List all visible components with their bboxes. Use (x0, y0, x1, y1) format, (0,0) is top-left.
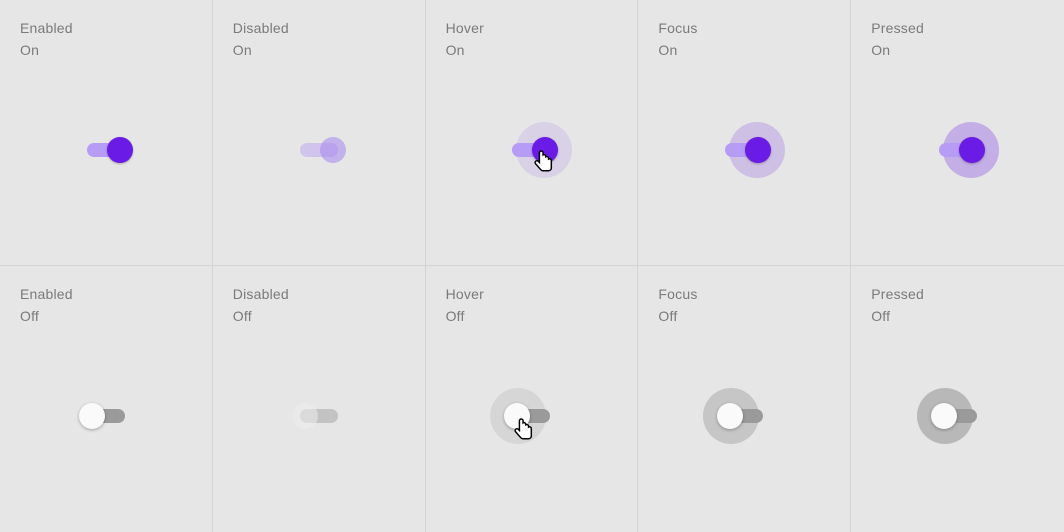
value-label: Off (233, 306, 405, 328)
value-label: Off (658, 306, 830, 328)
cell-labels: Enabled On (20, 18, 192, 61)
switch-area (638, 386, 850, 446)
cell-labels: Enabled Off (20, 284, 192, 327)
switch-area (851, 120, 1064, 180)
value-label: On (233, 40, 405, 62)
switch-area (426, 386, 638, 446)
state-label: Disabled (233, 284, 405, 306)
cell-disabled-on: Disabled On (213, 0, 426, 266)
cell-enabled-on: Enabled On (0, 0, 213, 266)
switch-disabled-on (296, 140, 342, 160)
cell-labels: Disabled Off (233, 284, 405, 327)
switch-pressed-on[interactable] (935, 140, 981, 160)
state-label: Hover (446, 18, 618, 40)
switch-area (0, 120, 212, 180)
switch-area (213, 120, 425, 180)
value-label: On (658, 40, 830, 62)
cell-labels: Hover On (446, 18, 618, 61)
switch-thumb (292, 403, 318, 429)
switch-pressed-off[interactable] (935, 406, 981, 426)
value-label: Off (446, 306, 618, 328)
switch-area (638, 120, 850, 180)
cell-labels: Pressed On (871, 18, 1044, 61)
switch-thumb (959, 137, 985, 163)
switch-hover-on[interactable] (508, 140, 554, 160)
state-label: Enabled (20, 18, 192, 40)
state-label: Hover (446, 284, 618, 306)
value-label: On (20, 40, 192, 62)
cell-labels: Disabled On (233, 18, 405, 61)
value-label: Off (20, 306, 192, 328)
cell-hover-on: Hover On (426, 0, 639, 266)
switch-enabled-on[interactable] (83, 140, 129, 160)
switch-enabled-off[interactable] (83, 406, 129, 426)
cell-disabled-off: Disabled Off (213, 266, 426, 532)
switch-area (213, 386, 425, 446)
value-label: On (871, 40, 1044, 62)
switch-area (851, 386, 1064, 446)
switch-area (426, 120, 638, 180)
switch-thumb (504, 403, 530, 429)
switch-states-grid: Enabled On Disabled On Hover On (0, 0, 1064, 532)
cell-pressed-on: Pressed On (851, 0, 1064, 266)
switch-thumb (320, 137, 346, 163)
cell-focus-on: Focus On (638, 0, 851, 266)
switch-thumb (717, 403, 743, 429)
cell-enabled-off: Enabled Off (0, 266, 213, 532)
switch-focus-off[interactable] (721, 406, 767, 426)
value-label: Off (871, 306, 1044, 328)
switch-focus-on[interactable] (721, 140, 767, 160)
switch-thumb (79, 403, 105, 429)
switch-area (0, 386, 212, 446)
switch-disabled-off (296, 406, 342, 426)
cell-labels: Hover Off (446, 284, 618, 327)
state-label: Disabled (233, 18, 405, 40)
switch-hover-off[interactable] (508, 406, 554, 426)
switch-thumb (745, 137, 771, 163)
cell-labels: Pressed Off (871, 284, 1044, 327)
state-label: Pressed (871, 284, 1044, 306)
cell-labels: Focus On (658, 18, 830, 61)
switch-thumb (931, 403, 957, 429)
cell-focus-off: Focus Off (638, 266, 851, 532)
switch-thumb (107, 137, 133, 163)
state-label: Pressed (871, 18, 1044, 40)
state-label: Enabled (20, 284, 192, 306)
cell-labels: Focus Off (658, 284, 830, 327)
state-label: Focus (658, 284, 830, 306)
value-label: On (446, 40, 618, 62)
cell-hover-off: Hover Off (426, 266, 639, 532)
cell-pressed-off: Pressed Off (851, 266, 1064, 532)
switch-thumb (532, 137, 558, 163)
state-label: Focus (658, 18, 830, 40)
